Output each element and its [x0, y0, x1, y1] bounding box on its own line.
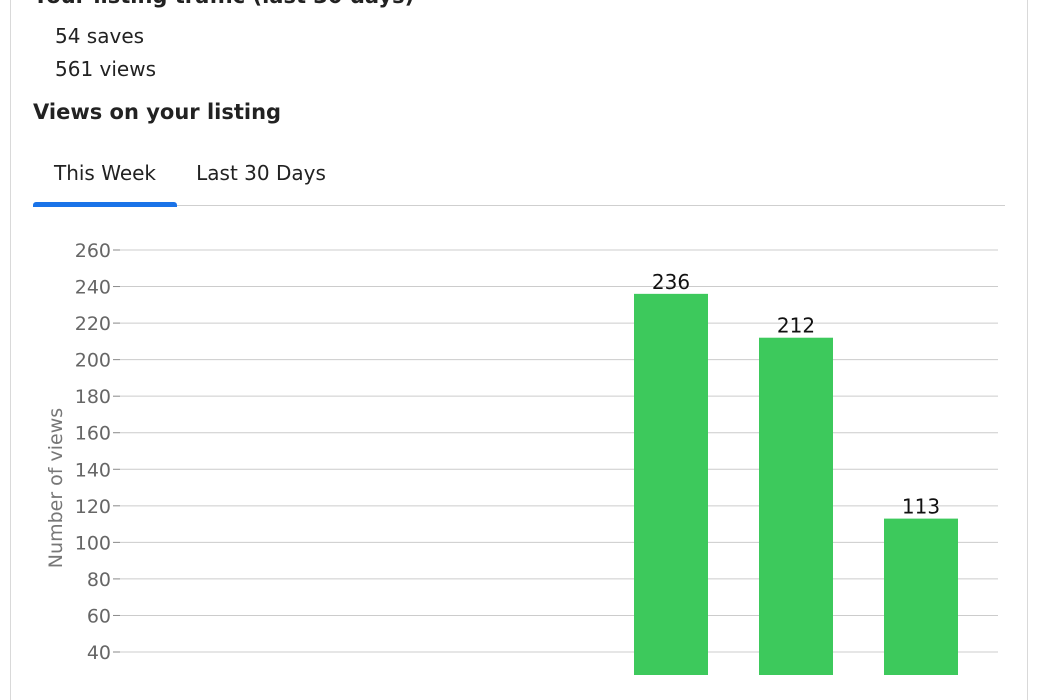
- tab-last-30-days[interactable]: Last 30 Days: [188, 140, 334, 206]
- views-period-tabs: This Week Last 30 Days: [33, 140, 1005, 207]
- tab-last-30-days-label: Last 30 Days: [196, 161, 326, 185]
- tab-this-week-label: This Week: [53, 161, 157, 185]
- views-section-title: Views on your listing: [33, 100, 282, 124]
- tab-active-indicator: [33, 202, 177, 207]
- saves-count: 54 saves: [55, 24, 145, 48]
- traffic-title: Your listing traffic (last 30 days): [33, 0, 414, 8]
- views-count: 561 views: [55, 57, 157, 81]
- tab-this-week[interactable]: This Week: [33, 140, 177, 207]
